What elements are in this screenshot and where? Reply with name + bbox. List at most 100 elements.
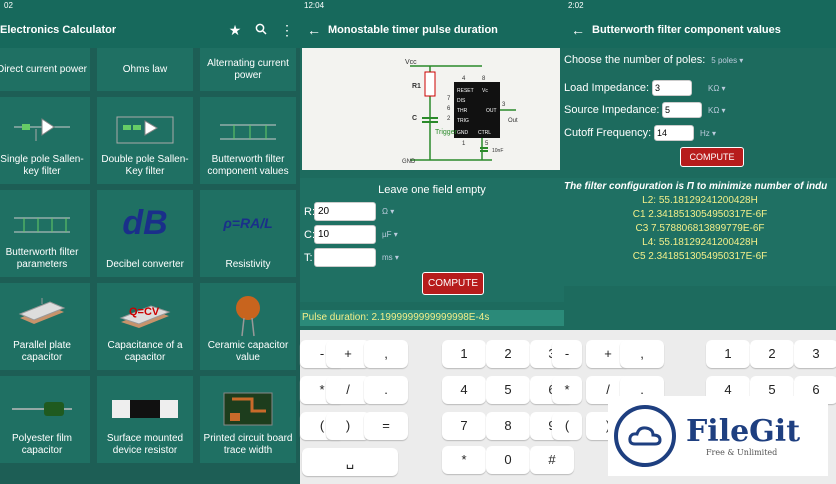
key[interactable]: * (442, 446, 486, 474)
tile-pcb-trace-width[interactable]: Printed circuit board trace width (200, 376, 296, 463)
resistance-row: R: Ω (304, 202, 394, 221)
time-input[interactable] (314, 248, 376, 267)
cloud-logo-icon (614, 405, 676, 467)
key[interactable]: # (530, 446, 574, 474)
circuit-label: CTRL (478, 130, 491, 136)
star-icon[interactable]: ★ (222, 22, 248, 39)
filter-schematic-icon (0, 105, 90, 155)
tile-ohms-law[interactable]: Ohms law (97, 48, 193, 91)
source-impedance-input[interactable] (662, 102, 702, 118)
circuit-label: Vc (482, 88, 488, 94)
back-arrow-icon[interactable]: ← (300, 22, 328, 38)
poles-label: Choose the number of poles: (564, 54, 706, 66)
screenshot-collage: 0 2 Electronics Calculator ★ ⋮ Direct cur… (0, 0, 836, 484)
key[interactable]: 1 (706, 340, 750, 368)
unit-dropdown[interactable]: Hz (700, 129, 716, 138)
load-impedance-input[interactable] (652, 80, 692, 96)
tile-direct-current-power[interactable]: Direct current power (0, 48, 90, 91)
decibel-icon: dB (122, 204, 168, 242)
circuit-label: Out (508, 118, 518, 124)
watermark-tagline: Free & Unlimited (706, 447, 778, 457)
tile-label: Ohms law (122, 63, 168, 75)
key[interactable]: , (620, 340, 664, 368)
timer-circuit-diagram: Vcc R1 C Trigger GND Out RESET Vc DIS TH… (302, 48, 560, 170)
tile-capacitance-of-capacitor[interactable]: Q=CV Capacitance of a capacitor (97, 283, 193, 370)
search-icon[interactable] (248, 22, 274, 38)
circuit-label: GND (457, 130, 469, 136)
key[interactable]: 8 (486, 412, 530, 440)
status-bar: 2:02 (564, 0, 836, 12)
capacitor-plate-icon (0, 291, 90, 341)
circuit-label: Trigger (435, 129, 458, 136)
tile-label: Butterworth filter parameters (5, 247, 79, 270)
key[interactable]: 3 (794, 340, 836, 368)
circuit-label: 3 (502, 102, 506, 108)
tile-single-pole-sallen-key[interactable]: Single pole Sallen-key filter (0, 97, 90, 184)
unit-dropdown[interactable]: KΩ (708, 84, 726, 93)
watermark-name: FileGit (686, 413, 801, 449)
capacitance-input[interactable] (314, 225, 376, 244)
watermark-text: FileGit Free & Unlimited (676, 413, 801, 457)
tile-parallel-plate-capacitor[interactable]: Parallel plate capacitor (0, 283, 90, 370)
tile-label: Resistivity (225, 259, 271, 270)
tile-polyester-film-capacitor[interactable]: Polyester film capacitor (0, 376, 90, 463)
field-label: Cutoff Frequency: (564, 127, 652, 139)
key[interactable]: 5 (486, 376, 530, 404)
circuit-label: 8 (482, 76, 486, 82)
page-title: Monostable timer pulse duration (328, 24, 498, 36)
unit-dropdown[interactable]: KΩ (708, 106, 726, 115)
capacitance-formula-icon: Q=CV (97, 291, 193, 341)
source-impedance-row: Source Impedance: KΩ (564, 102, 726, 118)
unit-dropdown[interactable]: ms (382, 253, 399, 262)
tile-ceramic-capacitor[interactable]: Ceramic capacitor value (200, 283, 296, 370)
tile-butterworth-component-values[interactable]: Butterworth filter component values (200, 97, 296, 184)
cutoff-frequency-input[interactable] (654, 125, 694, 141)
circuit-label: 10nF (492, 148, 503, 154)
field-label: C: (304, 228, 315, 241)
result-line: C1 2.3418513054950317E-6F (632, 209, 768, 220)
more-options-icon[interactable]: ⋮ (274, 22, 300, 39)
tile-alternating-current-power[interactable]: Alternating current power (200, 48, 296, 91)
circuit-label: R1 (412, 83, 421, 90)
key[interactable]: 2 (750, 340, 794, 368)
tile-label: Parallel plate capacitor (13, 340, 71, 363)
space-key[interactable]: ␣ (302, 448, 398, 476)
tile-label: Surface mounted device resistor (106, 433, 184, 456)
tile-butterworth-parameters[interactable]: Butterworth filter parameters (0, 190, 90, 277)
key[interactable]: ( (552, 412, 582, 440)
key[interactable]: = (364, 412, 408, 440)
key[interactable]: , (364, 340, 408, 368)
resistance-input[interactable] (314, 202, 376, 221)
capacitance-row: C: µF (304, 225, 398, 244)
tile-label: Direct current power (0, 63, 88, 75)
circuit-label: Vcc (405, 59, 417, 66)
back-arrow-icon[interactable]: ← (564, 22, 592, 38)
circuit-label: 2 (447, 116, 451, 122)
unit-dropdown[interactable]: µF (382, 230, 398, 239)
key[interactable]: 4 (442, 376, 486, 404)
field-label: R: (304, 205, 315, 218)
tile-decibel-converter[interactable]: dB Decibel converter (97, 190, 193, 277)
key[interactable]: - (552, 340, 582, 368)
tile-smd-resistor[interactable]: Surface mounted device resistor (97, 376, 193, 463)
key[interactable]: . (364, 376, 408, 404)
circuit-label: OUT (486, 108, 497, 114)
cutoff-frequency-row: Cutoff Frequency: Hz (564, 125, 716, 141)
key[interactable]: 0 (486, 446, 530, 474)
tile-double-pole-sallen-key[interactable]: Double pole Sallen-Key filter (97, 97, 193, 184)
poles-dropdown[interactable]: 5 poles (711, 56, 743, 65)
circuit-label: 5 (485, 141, 489, 147)
app-bar: ← Monostable timer pulse duration (300, 12, 564, 48)
unit-dropdown[interactable]: Ω (382, 207, 394, 216)
key[interactable]: 1 (442, 340, 486, 368)
key[interactable]: 7 (442, 412, 486, 440)
app-title: Electronics Calculator (0, 24, 117, 36)
compute-button[interactable]: COMPUTE (422, 272, 484, 295)
circuit-label: 6 (447, 106, 451, 112)
key[interactable]: * (552, 376, 582, 404)
compute-button[interactable]: COMPUTE (680, 147, 744, 167)
result-line: C5 2.3418513054950317E-6F (632, 251, 768, 262)
pulse-duration-result: Pulse duration: 2.1999999999999998E-4s (300, 310, 564, 326)
key[interactable]: 2 (486, 340, 530, 368)
tile-resistivity[interactable]: ρ=RA/L Resistivity (200, 190, 296, 277)
